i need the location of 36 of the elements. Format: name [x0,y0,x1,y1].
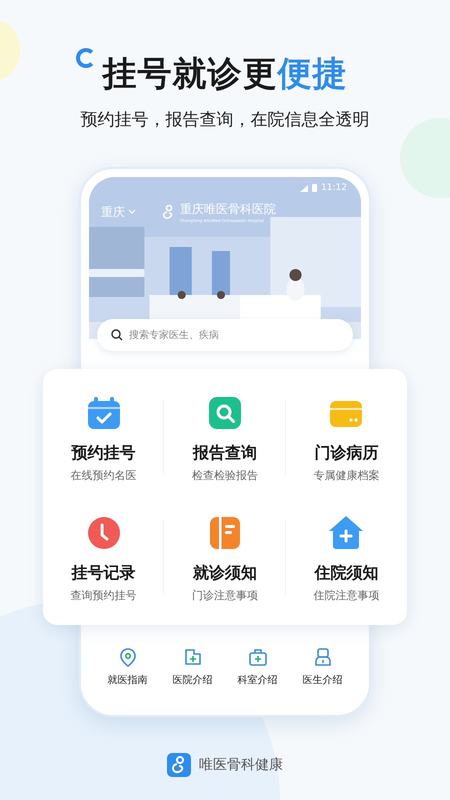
service-title: 挂号记录 [72,563,136,584]
service-subtitle: 专属健康档案 [313,468,380,483]
status-time: 11:12 [321,183,347,193]
subtitle: 预约挂号，报告查询，在院信息全透明 [80,109,370,131]
headline: 挂号就诊更便捷 [102,53,348,96]
quick-link[interactable]: 医生介绍 [302,647,342,687]
service-item[interactable]: 住院须知 住院注意事项 [286,497,407,617]
service-item[interactable]: 预约挂号 在线预约名医 [43,377,164,497]
service-subtitle: 住院注意事项 [313,588,380,603]
quick-link[interactable]: 医院介绍 [172,647,212,687]
medical-kit-icon [248,647,268,667]
service-title: 就诊须知 [192,563,257,584]
doctor-icon [312,647,332,667]
app-name: 唯医骨科健康 [199,756,283,774]
service-title: 门诊病历 [314,443,378,464]
service-item[interactable]: 门诊病历 专属健康档案 [286,377,407,497]
quick-link[interactable]: 科室介绍 [238,647,278,687]
caret-icon [128,209,136,215]
signal-icon [300,184,308,192]
service-item[interactable]: 就诊须知 门诊注意事项 [164,497,286,617]
service-subtitle: 在线预约名医 [70,468,137,483]
service-title: 报告查询 [192,443,257,464]
hospital-icon [182,647,202,667]
search-field[interactable]: 搜索专家医生、疾病 [97,319,353,351]
app-logo-icon [167,753,191,777]
service-title: 住院须知 [314,563,378,584]
quick-link[interactable]: 就医指南 [108,647,148,687]
battery-icon [312,184,318,192]
service-item[interactable]: 报告查询 检查检验报告 [164,377,286,497]
location-pin-icon [118,647,138,667]
service-title: 预约挂号 [72,443,136,464]
service-subtitle: 查询预约挂号 [70,588,137,603]
hospital-name: 重庆唯医骨科医院 [180,201,276,218]
service-item[interactable]: 挂号记录 查询预约挂号 [43,497,164,617]
service-subtitle: 检查检验报告 [192,468,258,483]
service-subtitle: 门诊注意事项 [192,588,258,603]
